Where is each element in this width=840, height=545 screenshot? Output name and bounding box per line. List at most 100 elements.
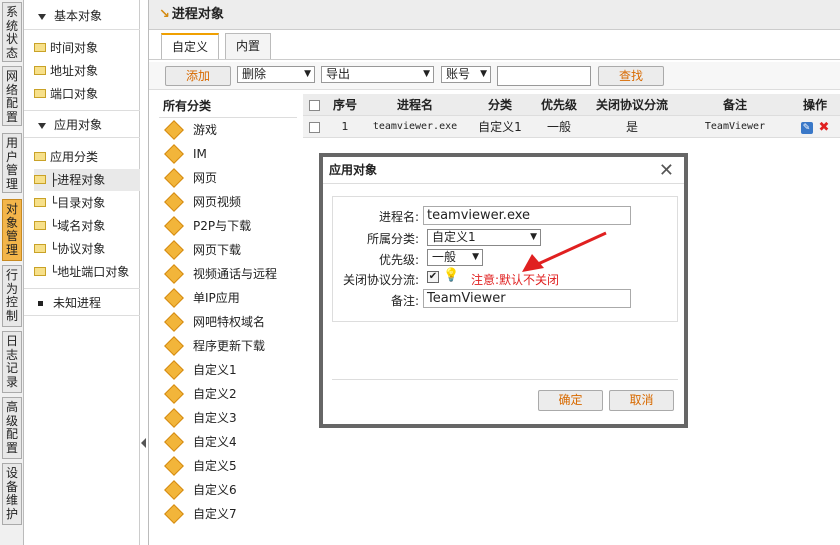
process-name-field[interactable]: teamviewer.exe xyxy=(423,206,631,225)
category-item[interactable]: IM xyxy=(159,142,297,166)
folder-icon xyxy=(34,267,46,276)
category-icon xyxy=(164,456,184,476)
vtab-log-records[interactable]: 日志记录 xyxy=(2,331,22,393)
category-item[interactable]: 游戏 xyxy=(159,118,297,142)
tree-item-process-object[interactable]: ├进程对象 xyxy=(34,169,140,191)
dialog-footer-divider xyxy=(332,379,678,380)
tree-item-directory-object[interactable]: └目录对象 xyxy=(34,192,105,214)
category-label: 网吧特权域名 xyxy=(193,315,266,329)
vtab-behavior-control[interactable]: 行为控制 xyxy=(2,265,22,327)
tree-item-unknown-process[interactable]: 未知进程 xyxy=(24,288,140,316)
category-select-value: 自定义1 xyxy=(432,230,476,244)
folder-icon xyxy=(34,89,46,98)
export-select[interactable]: 导出 ▼ xyxy=(321,66,434,83)
category-icon xyxy=(164,168,184,188)
tree-group-app-objects[interactable]: 应用对象 xyxy=(24,110,140,138)
tree-item-protocol-object[interactable]: └协议对象 xyxy=(34,238,105,260)
category-item[interactable]: 视频通话与远程 xyxy=(159,262,297,286)
vtab-network-config[interactable]: 网络配置 xyxy=(2,66,22,126)
category-label: 所属分类: xyxy=(366,232,419,246)
tab-builtin[interactable]: 内置 xyxy=(225,33,271,60)
category-item[interactable]: 网页 xyxy=(159,166,297,190)
tree-item-address-port-object[interactable]: └地址端口对象 xyxy=(34,261,129,283)
vtab-object-management[interactable]: 对象管理 xyxy=(2,199,22,261)
category-label: 自定义3 xyxy=(193,411,237,425)
name-label: 进程名: xyxy=(378,210,419,224)
select-all-checkbox[interactable] xyxy=(303,94,325,116)
category-item[interactable]: 网页视频 xyxy=(159,190,297,214)
category-item[interactable]: 自定义3 xyxy=(159,406,297,430)
close-icon[interactable]: ✕ xyxy=(659,160,674,181)
delete-select[interactable]: 删除 ▼ xyxy=(237,66,315,83)
close-flow-label: 关闭协议分流: xyxy=(342,273,419,287)
account-select[interactable]: 账号 ▼ xyxy=(441,66,491,83)
category-label: 自定义6 xyxy=(193,483,237,497)
tree-group-basic-objects[interactable]: 基本对象 xyxy=(24,2,140,30)
cell-close-flow: 是 xyxy=(625,120,638,134)
category-icon xyxy=(164,408,184,428)
lightbulb-icon: 💡 xyxy=(443,268,460,283)
category-item[interactable]: 自定义5 xyxy=(159,454,297,478)
category-list: 所有分类 游戏 IM 网页 网页视频 P2P与下载 网页下载 视频通话与远程 单IP应用 网吧特… xyxy=(159,94,297,534)
row-checkbox[interactable] xyxy=(303,116,325,138)
dropdown-arrow-icon: ▼ xyxy=(423,69,430,79)
col-priority: 优先级 xyxy=(540,98,577,112)
category-label: 网页 xyxy=(193,171,218,185)
dropdown-arrow-icon: ▼ xyxy=(480,69,487,79)
priority-select-value: 一般 xyxy=(432,250,457,264)
category-item[interactable]: 网页下载 xyxy=(159,238,297,262)
tree-item-app-category[interactable]: 应用分类 xyxy=(34,146,98,168)
folder-icon xyxy=(34,175,46,184)
object-tree: 基本对象 时间对象 地址对象 端口对象 应用对象 应用分类 ├进程对象 └目录对… xyxy=(24,0,140,545)
tree-item-port-object[interactable]: 端口对象 xyxy=(34,83,98,105)
app-object-dialog: 应用对象 ✕ 进程名: teamviewer.exe 所属分类: 自定义1 ▼ 优… xyxy=(319,153,688,428)
tree-item-domain-object[interactable]: └域名对象 xyxy=(34,215,105,237)
search-button[interactable]: 查找 xyxy=(598,66,664,86)
note-field[interactable]: TeamViewer xyxy=(423,289,631,308)
confirm-button[interactable]: 确定 xyxy=(538,390,603,411)
search-input[interactable] xyxy=(497,66,591,86)
tree-item-address-object[interactable]: 地址对象 xyxy=(34,60,98,82)
tab-custom[interactable]: 自定义 xyxy=(161,33,219,60)
cell-name: teamviewer.exe xyxy=(372,121,458,132)
export-select-label: 导出 xyxy=(326,67,351,81)
close-flow-checkbox[interactable]: ✔ xyxy=(427,271,439,283)
category-icon xyxy=(164,336,184,356)
bullet-icon xyxy=(38,301,43,306)
folder-icon xyxy=(34,221,46,230)
tree-item-label: 端口对象 xyxy=(50,87,99,101)
add-button[interactable]: 添加 xyxy=(165,66,231,86)
vtab-system-status[interactable]: 系统状态 xyxy=(2,2,22,62)
category-item[interactable]: 自定义4 xyxy=(159,430,297,454)
vtab-device-maintenance[interactable]: 设备维护 xyxy=(2,463,22,525)
edit-icon[interactable]: ✎ xyxy=(800,121,813,134)
category-item[interactable]: 程序更新下载 xyxy=(159,334,297,358)
category-item[interactable]: 自定义7 xyxy=(159,502,297,526)
priority-select[interactable]: 一般 ▼ xyxy=(427,249,483,266)
category-icon xyxy=(164,480,184,500)
category-item[interactable]: 自定义6 xyxy=(159,478,297,502)
category-item[interactable]: 自定义1 xyxy=(159,358,297,382)
category-item[interactable]: P2P与下载 xyxy=(159,214,297,238)
category-item[interactable]: 自定义2 xyxy=(159,382,297,406)
category-label: 网页下载 xyxy=(193,243,242,257)
category-item[interactable]: 网吧特权域名 xyxy=(159,310,297,334)
delete-icon[interactable]: ✖ xyxy=(819,117,830,139)
tree-item-time-object[interactable]: 时间对象 xyxy=(34,37,98,59)
category-label: IM xyxy=(193,147,207,161)
priority-label: 优先级: xyxy=(378,253,419,267)
dialog-form: 进程名: teamviewer.exe 所属分类: 自定义1 ▼ 优先级: 一般 ▼… xyxy=(332,196,678,322)
vtab-advanced-config[interactable]: 高级配置 xyxy=(2,397,22,459)
collapse-sidebar-icon[interactable] xyxy=(141,438,146,448)
cell-priority: 一般 xyxy=(546,120,571,134)
category-icon xyxy=(164,144,184,164)
cell-note: TeamViewer xyxy=(704,121,766,132)
folder-icon xyxy=(34,244,46,253)
folder-icon xyxy=(34,66,46,75)
cancel-button[interactable]: 取消 xyxy=(609,390,674,411)
vtab-user-management[interactable]: 用户管理 xyxy=(2,133,22,193)
table-row[interactable]: 1 teamviewer.exe 自定义1 一般 是 TeamViewer ✎ ✖ xyxy=(303,116,840,138)
category-item[interactable]: 单IP应用 xyxy=(159,286,297,310)
col-note: 备注 xyxy=(722,98,747,112)
category-icon xyxy=(164,192,184,212)
